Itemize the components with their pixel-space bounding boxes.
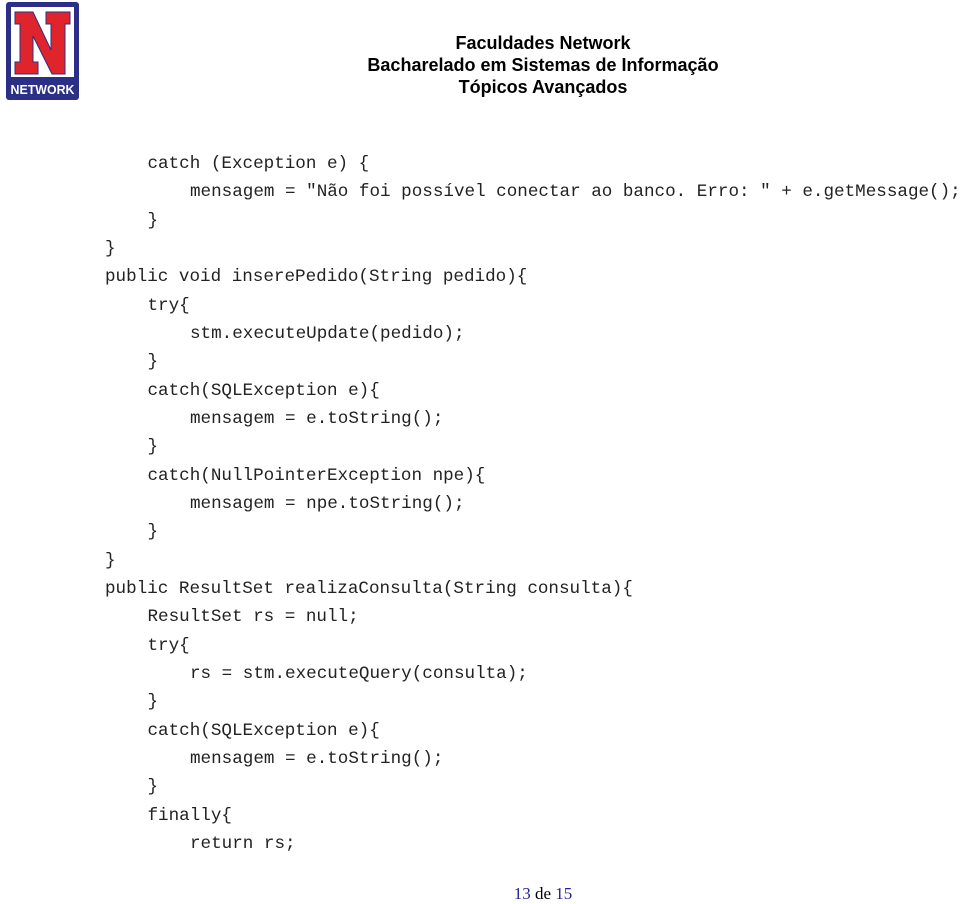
code-line: } xyxy=(147,777,159,798)
code-line: rs = stm.executeQuery(consulta); xyxy=(190,663,528,684)
code-line: mensagem = npe.toString(); xyxy=(190,493,465,514)
course-name: Bacharelado em Sistemas de Informação xyxy=(367,55,719,75)
page-number: 13 de 15 xyxy=(0,884,960,904)
code-line: mensagem = e.toString(); xyxy=(190,408,444,429)
network-logo: NETWORK xyxy=(6,2,79,100)
code-line: finally{ xyxy=(147,805,232,826)
code-line: try{ xyxy=(147,635,190,656)
code-line: } xyxy=(147,522,159,543)
code-line: public ResultSet realizaConsulta(String … xyxy=(105,578,633,599)
code-line: } xyxy=(147,692,159,713)
code-line: } xyxy=(105,550,116,571)
svg-text:NETWORK: NETWORK xyxy=(11,82,76,97)
code-line: try{ xyxy=(147,295,190,316)
code-line: } xyxy=(105,238,116,259)
total-pages: 15 xyxy=(555,884,573,903)
code-line: stm.executeUpdate(pedido); xyxy=(190,323,465,344)
code-line: } xyxy=(147,437,159,458)
code-line: return rs; xyxy=(190,833,296,854)
code-line: } xyxy=(147,352,159,373)
current-page: 13 xyxy=(513,884,531,903)
code-line: public void inserePedido(String pedido){ xyxy=(105,267,528,288)
code-listing: catch (Exception e) { mensagem = "Não foi… xyxy=(105,150,960,858)
code-line: catch(SQLException e){ xyxy=(147,380,380,401)
institution-name: Faculdades Network xyxy=(455,33,631,53)
code-line: mensagem = e.toString(); xyxy=(190,748,444,769)
subject-name: Tópicos Avançados xyxy=(458,77,628,97)
code-line: catch(SQLException e){ xyxy=(147,720,380,741)
code-line: } xyxy=(147,210,159,231)
code-line: mensagem = "Não foi possível conectar ao… xyxy=(190,182,960,203)
code-line: catch(NullPointerException npe){ xyxy=(147,465,486,486)
code-line: ResultSet rs = null; xyxy=(147,607,359,628)
page-separator: de xyxy=(534,884,552,903)
document-header: Faculdades Network Bacharelado em Sistem… xyxy=(330,32,756,98)
code-line: catch (Exception e) { xyxy=(147,154,370,174)
